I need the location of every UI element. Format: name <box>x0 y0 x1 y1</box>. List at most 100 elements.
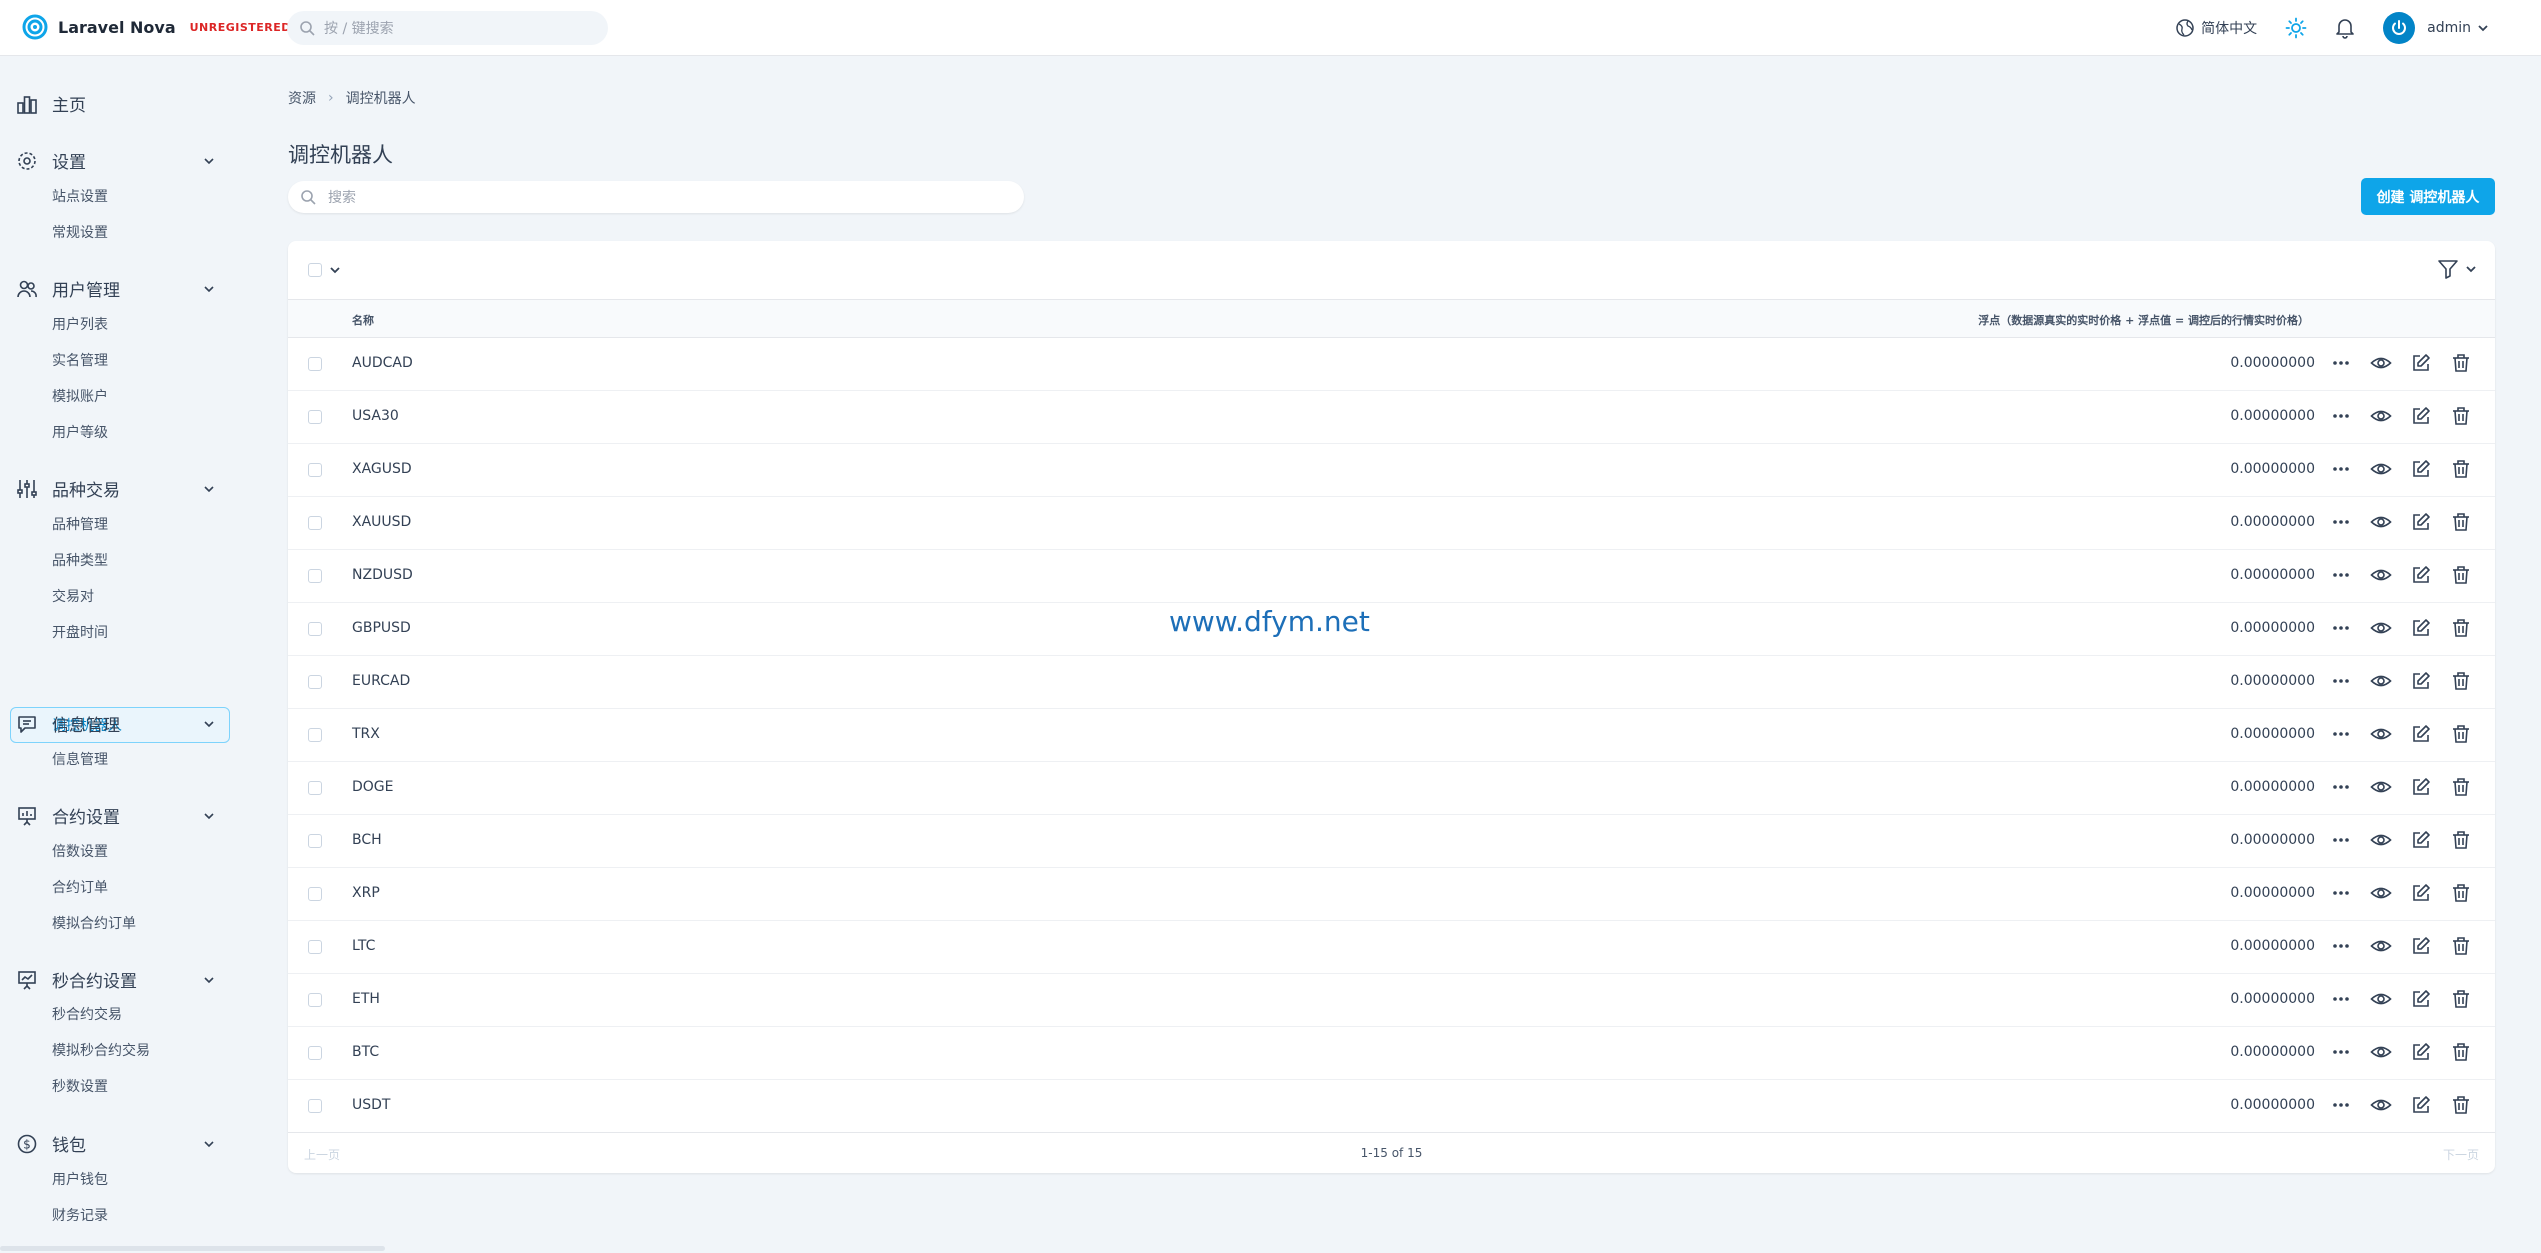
sidebar-item-second-trades[interactable]: 秒合约交易 <box>52 1004 122 1024</box>
edit-icon[interactable] <box>2401 1094 2441 1116</box>
sidebar-item-demo-accounts[interactable]: 模拟账户 <box>52 386 108 406</box>
table-row[interactable]: XAGUSD 0.00000000 <box>288 444 2495 497</box>
sidebar-section-users[interactable]: 用户管理 <box>16 276 120 301</box>
edit-icon[interactable] <box>2401 776 2441 798</box>
table-row[interactable]: GBPUSD 0.00000000 <box>288 603 2495 656</box>
row-checkbox[interactable] <box>308 463 322 477</box>
row-checkbox[interactable] <box>308 781 322 795</box>
sidebar-item-user-list[interactable]: 用户列表 <box>52 314 108 334</box>
select-all-checkbox[interactable] <box>308 263 322 277</box>
eye-icon[interactable] <box>2361 511 2401 533</box>
trash-icon[interactable] <box>2441 405 2481 427</box>
edit-icon[interactable] <box>2401 617 2441 639</box>
sidebar-item-site-settings[interactable]: 站点设置 <box>52 186 108 206</box>
table-row[interactable]: AUDCAD 0.00000000 <box>288 338 2495 391</box>
edit-icon[interactable] <box>2401 352 2441 374</box>
language-switcher[interactable]: 简体中文 <box>2175 18 2257 38</box>
trash-icon[interactable] <box>2441 1041 2481 1063</box>
row-checkbox[interactable] <box>308 569 322 583</box>
theme-toggle[interactable] <box>2285 17 2307 39</box>
sidebar-item-general-settings[interactable]: 常规设置 <box>52 222 108 242</box>
more-actions-icon[interactable] <box>2321 512 2361 532</box>
more-actions-icon[interactable] <box>2321 830 2361 850</box>
more-actions-icon[interactable] <box>2321 777 2361 797</box>
more-actions-icon[interactable] <box>2321 724 2361 744</box>
row-checkbox[interactable] <box>308 357 322 371</box>
edit-icon[interactable] <box>2401 458 2441 480</box>
create-robot-button[interactable]: 创建 调控机器人 <box>2361 178 2495 215</box>
eye-icon[interactable] <box>2361 1094 2401 1116</box>
sidebar-section-messages[interactable]: 信息管理 <box>16 711 120 736</box>
more-actions-icon[interactable] <box>2321 565 2361 585</box>
sidebar-item-open-hours[interactable]: 开盘时间 <box>52 622 108 642</box>
eye-icon[interactable] <box>2361 1041 2401 1063</box>
trash-icon[interactable] <box>2441 617 2481 639</box>
row-checkbox[interactable] <box>308 622 322 636</box>
edit-icon[interactable] <box>2401 670 2441 692</box>
sidebar-item-messages[interactable]: 信息管理 <box>52 749 108 769</box>
trash-icon[interactable] <box>2441 776 2481 798</box>
table-row[interactable]: BTC 0.00000000 <box>288 1027 2495 1080</box>
sidebar-item-home[interactable]: 主页 <box>16 91 86 116</box>
sidebar-item-symbols[interactable]: 品种管理 <box>52 514 108 534</box>
more-actions-icon[interactable] <box>2321 936 2361 956</box>
row-checkbox[interactable] <box>308 940 322 954</box>
eye-icon[interactable] <box>2361 882 2401 904</box>
resource-search-input[interactable]: 搜索 <box>288 181 1024 213</box>
trash-icon[interactable] <box>2441 723 2481 745</box>
more-actions-icon[interactable] <box>2321 353 2361 373</box>
global-search[interactable]: 按 / 键搜索 <box>287 11 608 45</box>
sidebar-item-multipliers[interactable]: 倍数设置 <box>52 841 108 861</box>
eye-icon[interactable] <box>2361 723 2401 745</box>
user-menu[interactable]: admin <box>2383 12 2489 44</box>
eye-icon[interactable] <box>2361 405 2401 427</box>
edit-icon[interactable] <box>2401 511 2441 533</box>
trash-icon[interactable] <box>2441 670 2481 692</box>
chevron-down-icon[interactable] <box>203 810 215 822</box>
sidebar-item-user-levels[interactable]: 用户等级 <box>52 422 108 442</box>
table-row[interactable]: TRX 0.00000000 <box>288 709 2495 762</box>
filter-button[interactable] <box>2437 258 2477 280</box>
edit-icon[interactable] <box>2401 564 2441 586</box>
row-checkbox[interactable] <box>308 1099 322 1113</box>
sidebar-item-demo-contract-orders[interactable]: 模拟合约订单 <box>52 913 136 933</box>
eye-icon[interactable] <box>2361 564 2401 586</box>
edit-icon[interactable] <box>2401 882 2441 904</box>
chevron-down-icon[interactable] <box>203 155 215 167</box>
more-actions-icon[interactable] <box>2321 989 2361 1009</box>
chevron-down-icon[interactable] <box>203 718 215 730</box>
chevron-down-icon[interactable] <box>203 283 215 295</box>
table-row[interactable]: DOGE 0.00000000 <box>288 762 2495 815</box>
more-actions-icon[interactable] <box>2321 406 2361 426</box>
row-checkbox[interactable] <box>308 675 322 689</box>
sidebar-item-trading-pairs[interactable]: 交易对 <box>52 586 94 606</box>
more-actions-icon[interactable] <box>2321 671 2361 691</box>
more-actions-icon[interactable] <box>2321 883 2361 903</box>
eye-icon[interactable] <box>2361 829 2401 851</box>
sidebar-section-contracts[interactable]: 合约设置 <box>16 803 120 828</box>
column-header-float[interactable]: 浮点（数据源真实的实时价格 + 浮点值 = 调控后的行情实时价格） <box>1978 312 2309 328</box>
brand-logo[interactable]: Laravel Nova UNREGISTERED <box>22 14 291 40</box>
table-row[interactable]: XAUUSD 0.00000000 <box>288 497 2495 550</box>
eye-icon[interactable] <box>2361 352 2401 374</box>
next-page-button[interactable]: 下一页 <box>2443 1146 2479 1163</box>
sidebar-section-trading[interactable]: 品种交易 <box>16 476 120 501</box>
more-actions-icon[interactable] <box>2321 618 2361 638</box>
more-actions-icon[interactable] <box>2321 459 2361 479</box>
sidebar-item-symbol-types[interactable]: 品种类型 <box>52 550 108 570</box>
edit-icon[interactable] <box>2401 935 2441 957</box>
edit-icon[interactable] <box>2401 988 2441 1010</box>
table-row[interactable]: USA30 0.00000000 <box>288 391 2495 444</box>
edit-icon[interactable] <box>2401 723 2441 745</box>
breadcrumb-root[interactable]: 资源 <box>288 88 316 108</box>
sidebar-section-second-contracts[interactable]: 秒合约设置 <box>16 967 137 992</box>
chevron-down-icon[interactable] <box>203 1138 215 1150</box>
more-actions-icon[interactable] <box>2321 1095 2361 1115</box>
notifications-button[interactable] <box>2335 17 2355 39</box>
sidebar-section-settings[interactable]: 设置 <box>16 148 86 173</box>
eye-icon[interactable] <box>2361 617 2401 639</box>
row-checkbox[interactable] <box>308 887 322 901</box>
row-checkbox[interactable] <box>308 516 322 530</box>
table-row[interactable]: NZDUSD 0.00000000 <box>288 550 2495 603</box>
eye-icon[interactable] <box>2361 458 2401 480</box>
